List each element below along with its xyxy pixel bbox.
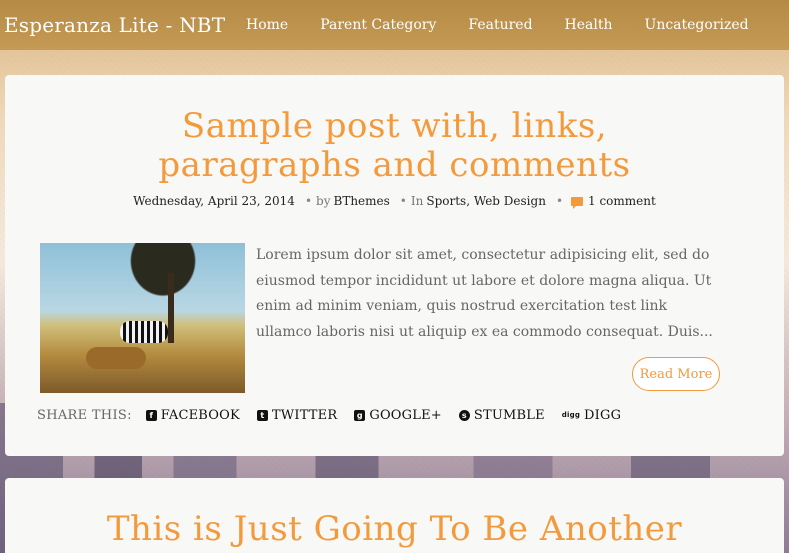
post-title-line-2[interactable]: paragraphs and comments [158,145,630,185]
post-excerpt: Lorem ipsum dolor sit amet, consectetur … [256,247,713,340]
nav-item-parent-category[interactable]: Parent Category [304,17,452,33]
comments-link[interactable]: 1 comment [588,194,656,208]
share-twitter-label: TWITTER [271,408,338,423]
share-digg-link[interactable]: digg DIGG [562,408,621,423]
share-twitter-link[interactable]: t TWITTER [256,408,338,423]
post-date: Wednesday, April 23, 2014 [133,194,295,208]
category-separator: , [466,194,471,208]
post-meta: Wednesday, April 23, 2014 • by BThemes •… [5,194,784,209]
share-label: SHARE THIS: [37,408,132,423]
post-thumbnail-image[interactable] [40,243,245,393]
post-title-line-1[interactable]: Sample post with, links, [182,106,607,146]
by-prefix: by [316,194,331,208]
share-stumble-link[interactable]: s STUMBLE [458,408,545,423]
site-title[interactable]: Esperanza Lite - NBT [0,13,230,37]
share-digg-label: DIGG [584,408,622,423]
facebook-icon: f [145,410,157,421]
read-more-button[interactable]: Read More [632,357,720,391]
meta-separator: • [555,194,564,208]
google-plus-icon: g [354,410,366,421]
share-bar: SHARE THIS: f FACEBOOK t TWITTER g GOOGL… [37,408,638,423]
category-link-web-design[interactable]: Web Design [474,194,546,208]
post-card: Sample post with, links, paragraphs and … [5,75,784,456]
main-nav: Home Parent Category Featured Health Unc… [230,17,765,33]
nav-item-featured[interactable]: Featured [452,17,548,33]
digg-icon: digg [561,411,581,419]
share-facebook-link[interactable]: f FACEBOOK [145,408,240,423]
post-author[interactable]: BThemes [334,194,390,208]
meta-separator: • [304,194,313,208]
zebra-shape [120,321,168,343]
lion-shape [86,347,146,369]
in-prefix: In [410,194,424,208]
comment-icon [571,196,584,209]
share-stumble-label: STUMBLE [473,408,545,423]
share-facebook-label: FACEBOOK [160,408,240,423]
stumbleupon-icon: s [458,410,470,421]
post-card: This is Just Going To Be Another [5,478,784,553]
twitter-icon: t [256,410,268,421]
site-header: Esperanza Lite - NBT Home Parent Categor… [0,0,789,50]
nav-item-home[interactable]: Home [230,17,304,33]
share-google-plus-link[interactable]: g GOOGLE+ [354,408,442,423]
nav-item-health[interactable]: Health [549,17,629,33]
post-title[interactable]: Sample post with, links, paragraphs and … [5,107,784,185]
post-title-line-1[interactable]: This is Just Going To Be Another [107,509,682,549]
meta-separator: • [399,194,407,208]
tree-shape [168,273,174,343]
share-google-plus-label: GOOGLE+ [369,408,442,423]
category-link-sports[interactable]: Sports [426,194,466,208]
post-title[interactable]: This is Just Going To Be Another [5,510,784,549]
nav-item-uncategorized[interactable]: Uncategorized [629,17,765,33]
